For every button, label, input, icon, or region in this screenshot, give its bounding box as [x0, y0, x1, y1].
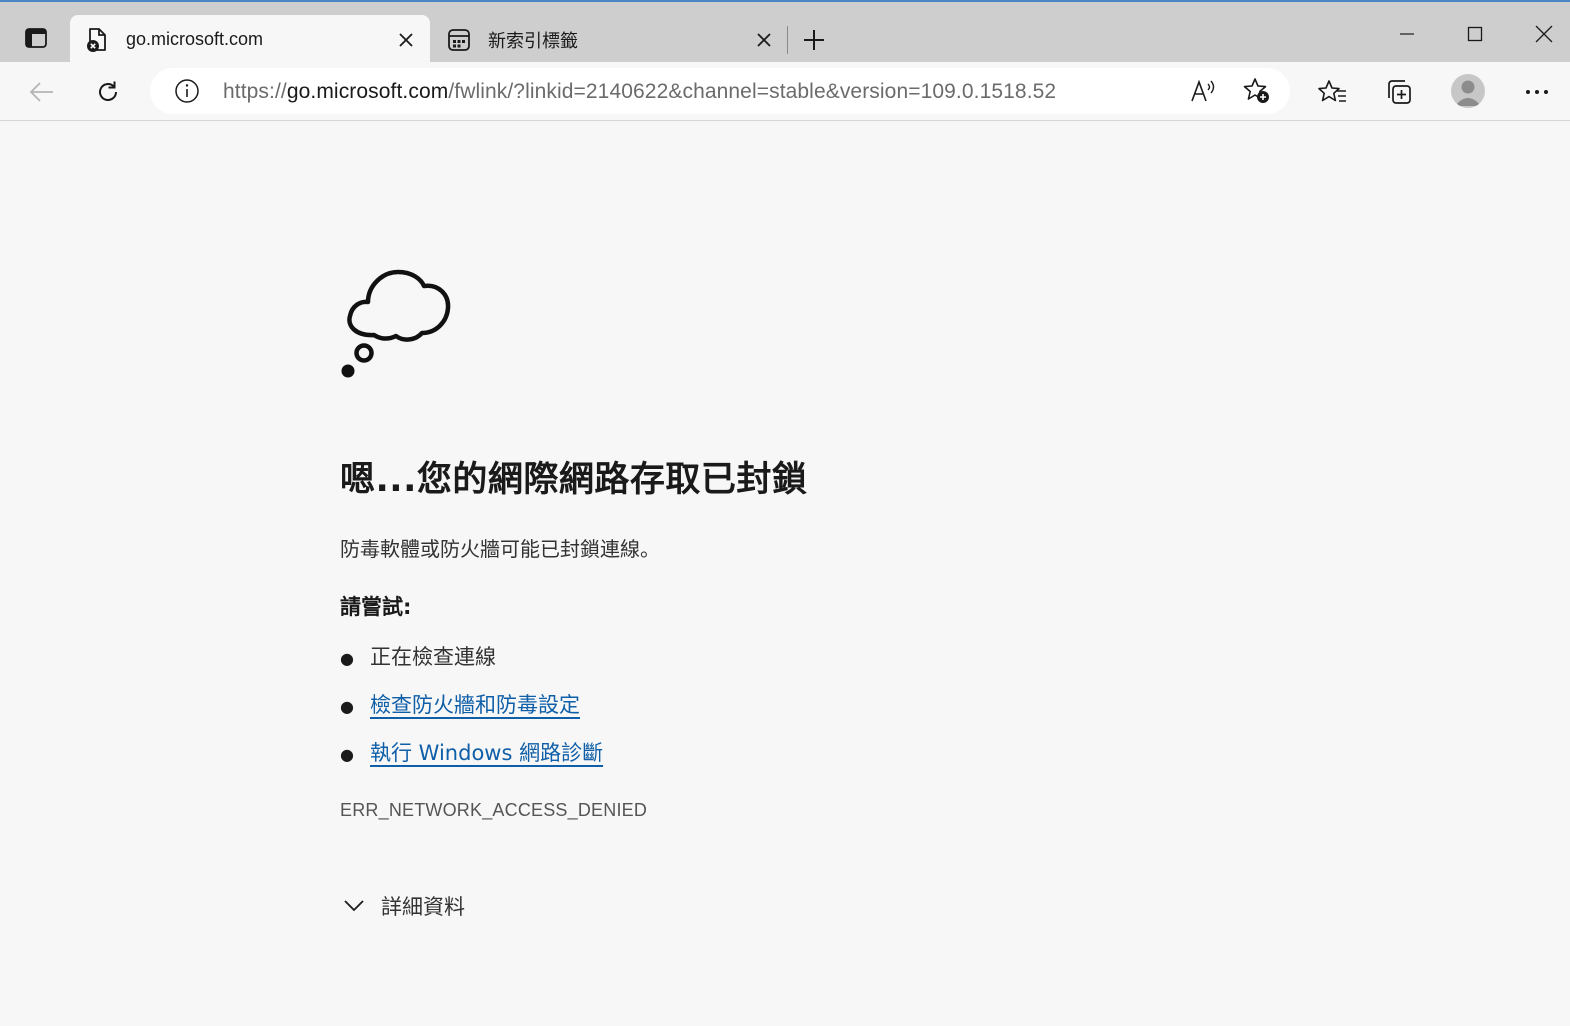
favorites-icon [1318, 80, 1346, 102]
close-tab-icon[interactable] [750, 26, 778, 54]
tab-title: 新索引標籤 [488, 30, 578, 51]
plus-icon [804, 30, 824, 50]
error-code: ERR_NETWORK_ACCESS_DENIED [340, 800, 648, 820]
error-title: 嗯...您的網際網路存取已封鎖 [340, 460, 808, 500]
bullet: ● [340, 696, 354, 716]
tab-title: go.microsoft.com [126, 29, 264, 49]
check-firewall-link[interactable]: 檢查防火牆和防毒設定 [370, 693, 580, 717]
chevron-down-icon [344, 900, 364, 912]
close-window-button[interactable] [1524, 14, 1564, 54]
suggestion-item: ● 正在檢查連線 [340, 641, 496, 671]
maximize-icon [1467, 26, 1483, 42]
minimize-icon [1400, 33, 1414, 35]
tab-separator [787, 26, 788, 54]
collections-button[interactable] [1379, 72, 1419, 112]
thought-cloud-icon [341, 269, 451, 378]
bullet: ● [340, 648, 354, 668]
url-scheme: https:// [223, 80, 287, 103]
suggestion-item: ● 檢查防火牆和防毒設定 [340, 689, 580, 719]
maximize-button[interactable] [1455, 14, 1495, 54]
details-label: 詳細資料 [381, 895, 465, 919]
new-tab-page-icon [446, 27, 472, 53]
read-aloud-icon[interactable] [1188, 76, 1218, 106]
site-info-icon[interactable] [174, 78, 200, 104]
collections-icon [1388, 80, 1411, 104]
error-page-icon [84, 27, 110, 53]
tab-actions-button[interactable] [14, 16, 58, 60]
error-description: 防毒軟體或防火牆可能已封鎖連線。 [340, 537, 660, 561]
close-tab-icon[interactable] [392, 26, 420, 54]
page-content: 嗯...您的網際網路存取已封鎖 防毒軟體或防火牆可能已封鎖連線。 請嘗試: ● 正… [0, 121, 1570, 1026]
bullet: ● [340, 744, 354, 764]
minimize-button[interactable] [1387, 14, 1427, 54]
refresh-button[interactable] [88, 72, 128, 112]
favorites-button[interactable] [1313, 72, 1353, 112]
tab-new-tab[interactable]: 新索引標籤 [432, 15, 788, 64]
profile-avatar[interactable] [1451, 74, 1485, 108]
url-text[interactable]: https://go.microsoft.com/fwlink/?linkid=… [223, 80, 1056, 104]
close-icon [1535, 25, 1553, 43]
url-path: /fwlink/?linkid=2140622&channel=stable&v… [448, 80, 1057, 103]
suggestion-text: 正在檢查連線 [370, 645, 496, 669]
back-arrow-icon [29, 82, 53, 102]
url-host: go.microsoft.com [286, 80, 449, 103]
try-label: 請嘗試: [340, 595, 412, 619]
network-diagnostics-link[interactable]: 執行 Windows 網路診斷 [370, 741, 603, 765]
tab-strip: go.microsoft.com 新索引標籤 [0, 0, 1570, 64]
add-favorite-icon[interactable] [1242, 76, 1272, 106]
tab-actions-icon [25, 28, 47, 48]
new-tab-button[interactable] [798, 24, 830, 56]
address-bar[interactable]: https://go.microsoft.com/fwlink/?linkid=… [150, 68, 1290, 114]
tab-go-microsoft[interactable]: go.microsoft.com [70, 15, 430, 64]
more-icon [1526, 90, 1548, 94]
settings-more-button[interactable] [1517, 72, 1557, 112]
suggestion-item: ● 執行 Windows 網路診斷 [340, 737, 603, 767]
details-toggle[interactable]: 詳細資料 [343, 891, 465, 921]
user-icon [1455, 80, 1481, 106]
browser-toolbar: https://go.microsoft.com/fwlink/?linkid=… [0, 62, 1570, 121]
refresh-icon [99, 81, 117, 101]
back-button[interactable] [22, 72, 62, 112]
